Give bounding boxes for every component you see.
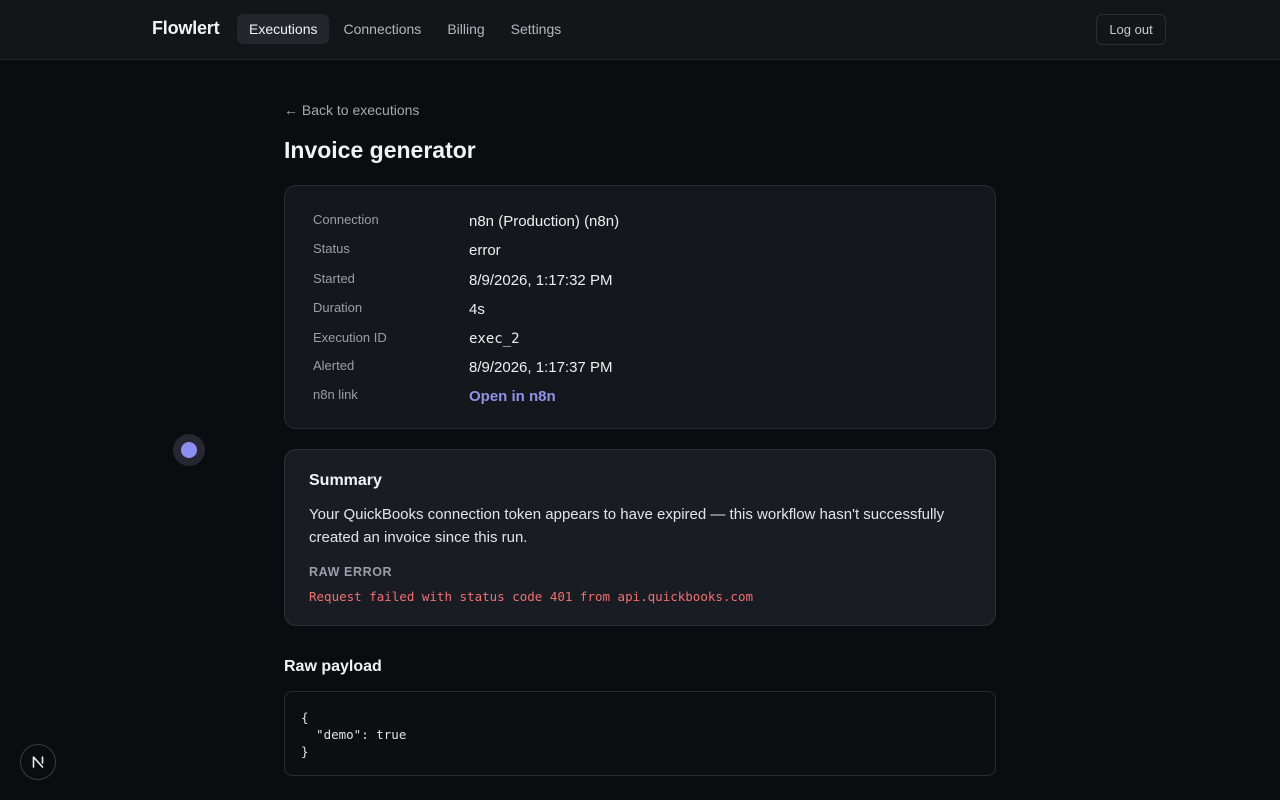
raw-error-text: Request failed with status code 401 from…: [309, 589, 754, 604]
detail-row-duration: Duration 4s: [313, 300, 973, 322]
raw-error-label: RAW ERROR: [309, 565, 393, 579]
execution-id-value: exec_2: [469, 331, 520, 347]
connection-value: n8n (Production) (n8n): [469, 213, 620, 230]
cursor-dot-icon: [173, 434, 205, 466]
nextjs-logo-icon[interactable]: [20, 744, 56, 780]
detail-label: Connection: [313, 212, 379, 227]
detail-label: Execution ID: [313, 330, 387, 345]
duration-value: 4s: [469, 301, 485, 318]
summary-card: Summary Your QuickBooks connection token…: [284, 449, 996, 626]
raw-payload-block: { "demo": true }: [284, 691, 996, 776]
execution-details-card: Connection n8n (Production) (n8n) Status…: [284, 185, 996, 429]
nav-item-executions[interactable]: Executions: [237, 14, 330, 44]
detail-label: Duration: [313, 300, 363, 315]
detail-row-connection: Connection n8n (Production) (n8n): [313, 212, 973, 234]
main-nav: Executions Connections Billing Settings: [237, 14, 573, 44]
detail-row-started: Started 8/9/2026, 1:17:32 PM: [313, 271, 973, 293]
raw-payload-code: { "demo": true }: [301, 710, 407, 759]
detail-label: Started: [313, 271, 355, 286]
top-nav-bar: Flowlert Executions Connections Billing …: [0, 0, 1280, 60]
detail-row-execution-id: Execution ID exec_2: [313, 330, 973, 352]
raw-payload-title: Raw payload: [284, 658, 382, 675]
summary-title: Summary: [309, 472, 382, 489]
nav-item-connections[interactable]: Connections: [331, 14, 433, 44]
alerted-value: 8/9/2026, 1:17:37 PM: [469, 359, 613, 376]
n-logo-icon: [32, 756, 44, 768]
detail-label: Alerted: [313, 358, 355, 373]
summary-text: Your QuickBooks connection token appears…: [309, 506, 945, 546]
detail-label: n8n link: [313, 387, 358, 402]
status-value: error: [469, 242, 501, 259]
detail-row-alerted: Alerted 8/9/2026, 1:17:37 PM: [313, 358, 973, 380]
brand-logo[interactable]: Flowlert: [152, 18, 220, 39]
nav-item-billing[interactable]: Billing: [435, 14, 496, 44]
detail-label: Status: [313, 241, 350, 256]
page-title: Invoice generator: [284, 137, 476, 163]
back-to-executions-link[interactable]: ← Back to executions: [284, 102, 419, 118]
started-value: 8/9/2026, 1:17:32 PM: [469, 272, 613, 289]
detail-row-n8n-link: n8n link Open in n8n: [313, 387, 973, 409]
detail-row-status: Status error: [313, 241, 973, 263]
open-in-n8n-link[interactable]: Open in n8n: [469, 388, 556, 405]
nav-item-settings[interactable]: Settings: [499, 14, 574, 44]
logout-button[interactable]: Log out: [1096, 14, 1166, 45]
